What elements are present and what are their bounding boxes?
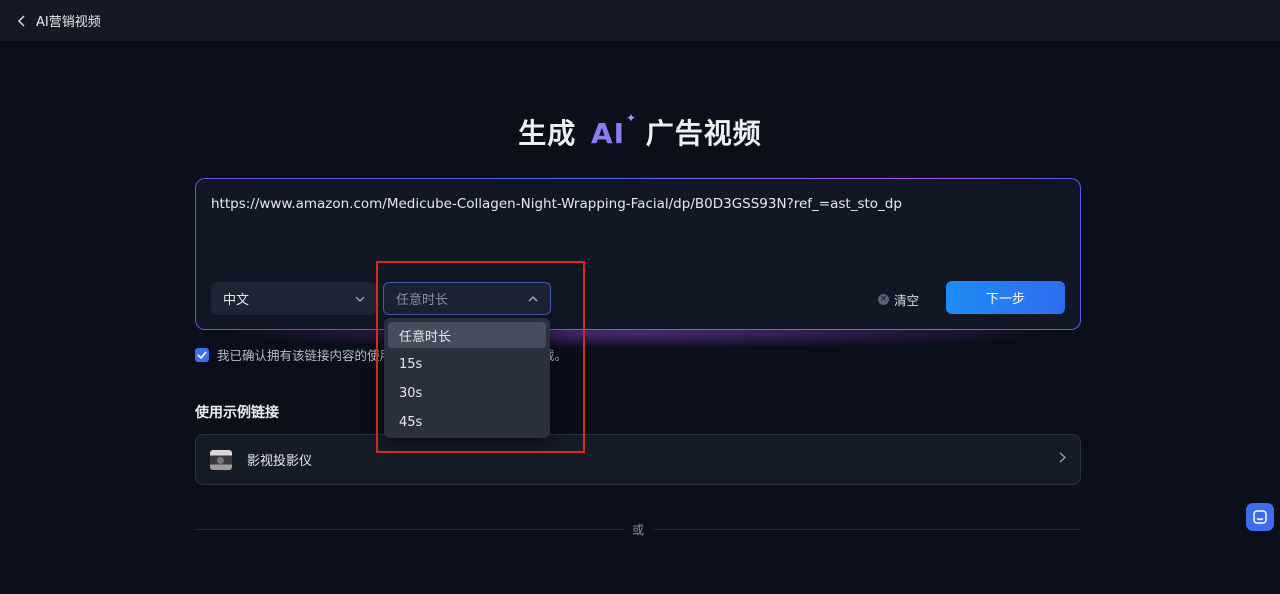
headline: 生成 AI ✦ 广告视频: [0, 111, 1280, 152]
chevron-down-icon: [355, 296, 365, 302]
clear-icon: ×: [878, 294, 889, 305]
headline-text-after: 广告视频: [645, 117, 762, 150]
url-input[interactable]: https://www.amazon.com/Medicube-Collagen…: [211, 196, 902, 212]
headline-text-before: 生成: [518, 117, 577, 150]
projector-thumbnail: [210, 449, 232, 470]
language-select[interactable]: 中文: [211, 282, 377, 315]
consent-checkbox[interactable]: [195, 347, 209, 362]
page-title: AI营销视频: [36, 15, 101, 30]
clear-button[interactable]: × 清空: [878, 290, 919, 309]
check-icon: [197, 350, 207, 359]
next-step-button[interactable]: 下一步: [946, 281, 1065, 314]
headline-ai-text: AI ✦: [590, 111, 638, 150]
example-item[interactable]: 影视投影仪: [195, 434, 1081, 485]
clear-label: 清空: [894, 293, 920, 308]
language-select-value: 中文: [223, 293, 250, 308]
divider-left: [195, 529, 623, 530]
divider-right: [653, 529, 1081, 530]
chat-support-button[interactable]: [1246, 503, 1274, 531]
url-input-card: https://www.amazon.com/Medicube-Collagen…: [195, 178, 1081, 330]
chevron-right-icon: [1059, 452, 1066, 463]
chat-icon: [1253, 510, 1267, 524]
or-label: 或: [631, 523, 644, 537]
top-bar: AI营销视频: [0, 0, 1280, 41]
highlight-box: [376, 261, 585, 453]
consent-text-start: 我已确认拥有该链接内容的使用: [217, 348, 393, 363]
chevron-left-icon: [17, 14, 25, 27]
examples-title: 使用示例链接: [195, 405, 279, 421]
sparkle-icon: ✦: [625, 111, 638, 125]
example-item-label: 影视投影仪: [247, 454, 313, 469]
back-button[interactable]: [12, 11, 32, 31]
